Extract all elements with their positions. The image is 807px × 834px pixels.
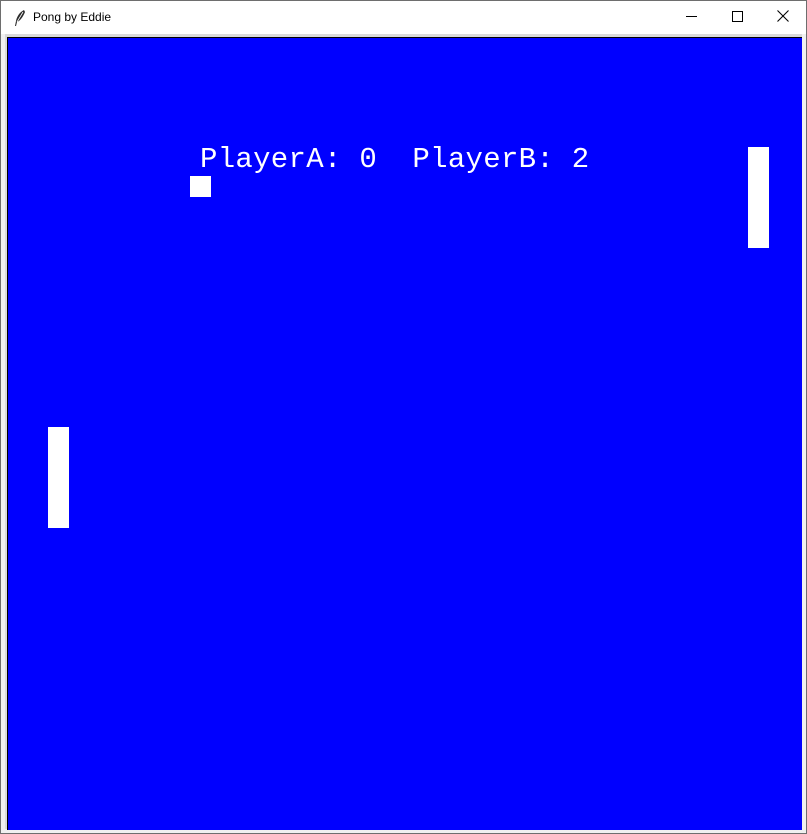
title-bar[interactable]: Pong by Eddie	[1, 1, 806, 34]
app-window: Pong by Eddie PlayerA: 0 PlayerB: 2	[0, 0, 807, 834]
maximize-icon	[731, 9, 743, 27]
minimize-button[interactable]	[668, 1, 714, 34]
paddle-player-a	[48, 427, 69, 528]
paddle-player-b	[748, 147, 769, 248]
close-button[interactable]	[760, 1, 806, 34]
feather-icon	[13, 9, 27, 27]
maximize-button[interactable]	[714, 1, 760, 34]
minimize-icon	[685, 9, 697, 27]
window-title: Pong by Eddie	[33, 10, 112, 24]
close-icon	[777, 9, 789, 27]
score-display: PlayerA: 0 PlayerB: 2	[200, 143, 590, 176]
game-canvas[interactable]: PlayerA: 0 PlayerB: 2	[7, 37, 802, 830]
ball	[190, 176, 211, 197]
